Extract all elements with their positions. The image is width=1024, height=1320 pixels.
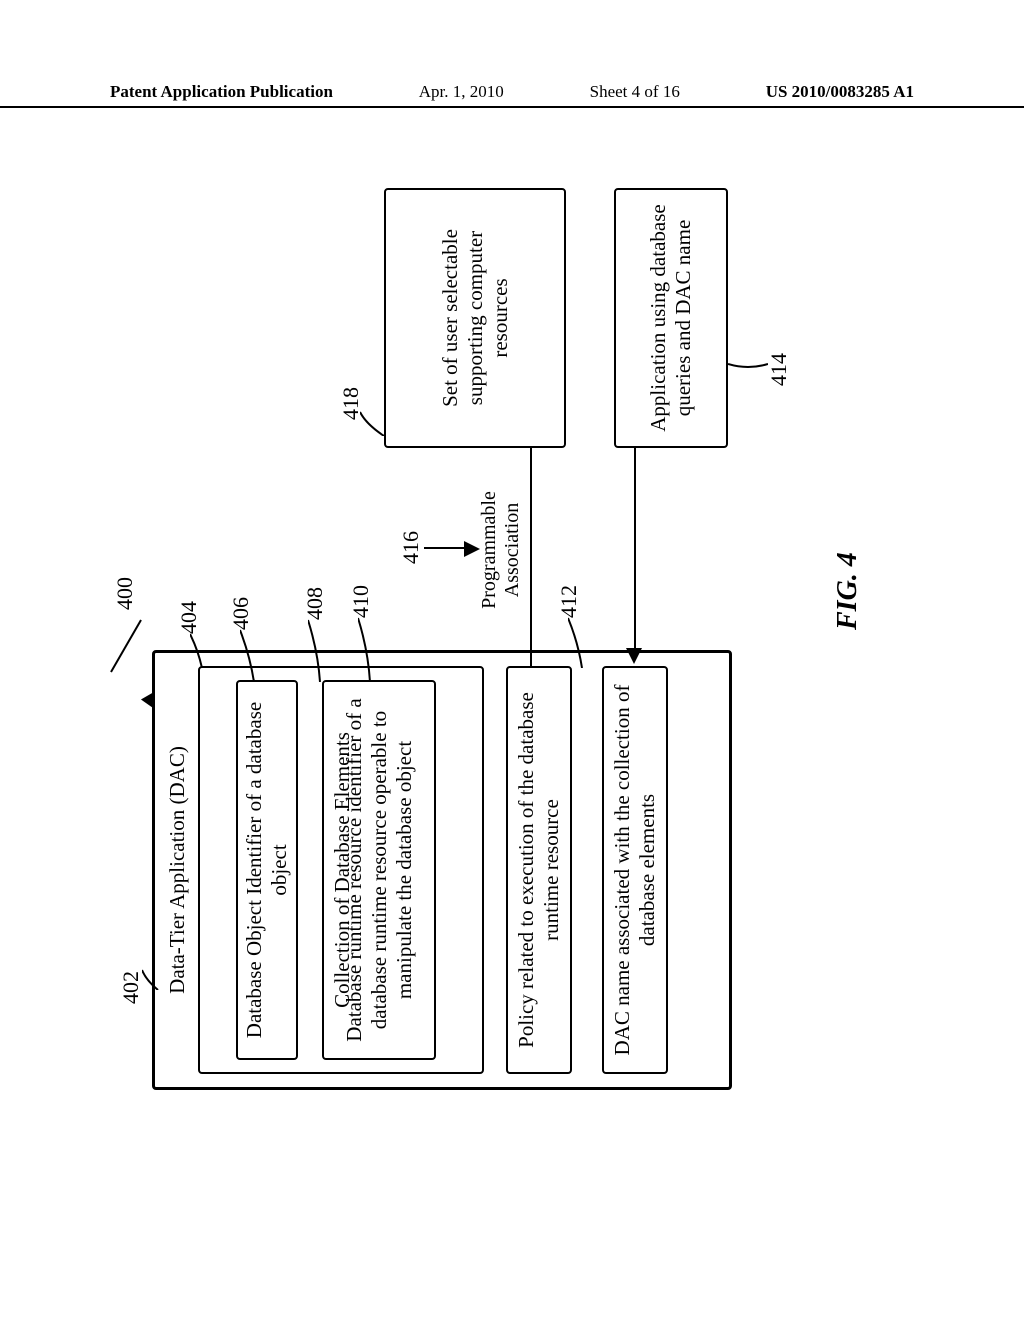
object-id-box: Database Object Identifier of a database… [236,680,298,1060]
sheet-number: Sheet 4 of 16 [590,82,680,102]
leader-404 [190,632,204,668]
ref-404: 404 [176,601,202,634]
publication-date: Apr. 1, 2010 [419,82,504,102]
ref-408: 408 [302,587,328,620]
supporting-box: Set of user selectable supporting comput… [384,188,566,448]
publication-label: Patent Application Publication [110,82,333,102]
ref-410: 410 [348,585,374,618]
dac-title: Data-Tier Application (DAC) [165,661,190,1079]
leader-410 [358,616,372,682]
page-header: Patent Application Publication Apr. 1, 2… [0,82,1024,108]
ref-402: 402 [118,971,144,1004]
leader-400 [110,620,142,673]
figure-area: 400 Data-Tier Application (DAC) 402 Coll… [112,180,912,1120]
ref-414: 414 [766,353,792,386]
ref-406: 406 [228,597,254,630]
leader-402 [142,960,162,990]
assoc-line2: Association [501,470,524,630]
leader-406 [240,628,256,682]
ref-412: 412 [556,585,582,618]
policy-box: Policy related to execution of the datab… [506,666,572,1074]
assoc-line1: Programmable [478,470,501,630]
object-id-label: Database Object Identifier of a database… [242,690,292,1050]
assoc-label: Programmable Association [478,470,524,630]
leader-416 [424,547,466,549]
application-box: Application using database queries and D… [614,188,728,448]
leader-412 [568,616,584,668]
ref-400: 400 [112,577,138,610]
diagram: 400 Data-Tier Application (DAC) 402 Coll… [112,180,912,1120]
leader-408 [308,618,322,682]
runtime-box: Database runtime resource identifier of … [322,680,436,1060]
dac-name-label: DAC name associated with the collection … [610,676,660,1064]
runtime-label: Database runtime resource identifier of … [342,690,417,1050]
arrow-416 [464,541,480,557]
leader-414 [728,352,768,370]
dac-name-box: DAC name associated with the collection … [602,666,668,1074]
connector-app-to-dacname [634,446,636,650]
figure-caption: FIG. 4 [832,552,864,630]
arrow-app-to-dacname [626,648,642,664]
ref-416: 416 [398,531,424,564]
application-label: Application using database queries and D… [646,198,696,438]
publication-number: US 2010/0083285 A1 [766,82,914,102]
leader-418 [360,406,386,436]
connector-policy-to-supporting [530,446,532,666]
policy-label: Policy related to execution of the datab… [514,676,564,1064]
supporting-label: Set of user selectable supporting comput… [438,198,513,438]
